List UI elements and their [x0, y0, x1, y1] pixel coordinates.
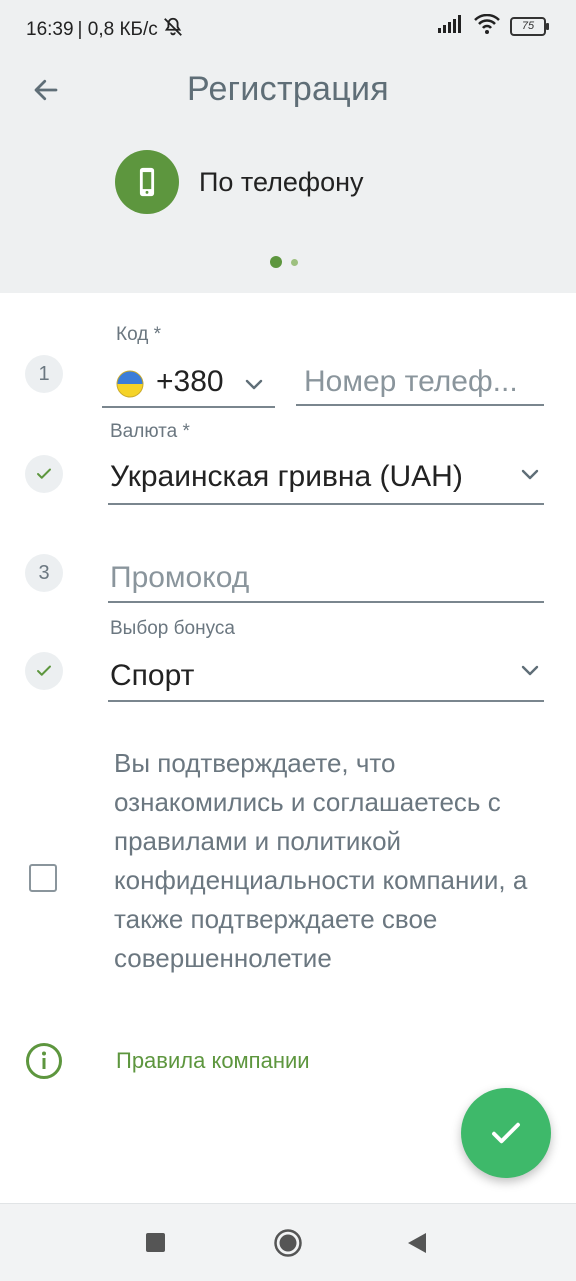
status-left: 16:39 | 0,8 КБ/с	[26, 16, 184, 44]
page-dot-active	[270, 256, 282, 268]
home-button[interactable]	[273, 1228, 303, 1258]
step-badge-1: 1	[25, 355, 63, 393]
bonus-label: Выбор бонуса	[110, 618, 235, 639]
mute-icon	[162, 16, 184, 44]
page-dot	[291, 258, 298, 266]
chevron-down-icon	[521, 665, 539, 676]
step-badge-bonus	[25, 652, 63, 690]
consent-checkbox[interactable]	[29, 864, 57, 892]
check-icon	[492, 1122, 520, 1144]
submit-button[interactable]	[461, 1088, 551, 1178]
bonus-select[interactable]: Спорт	[108, 650, 544, 700]
chevron-down-icon	[245, 379, 263, 390]
method-label: По телефону	[199, 166, 364, 197]
info-icon	[26, 1043, 62, 1079]
currency-label: Валюта *	[110, 421, 190, 442]
recents-button[interactable]	[146, 1233, 165, 1252]
registration-method[interactable]: По телефону	[115, 150, 364, 214]
code-underline	[102, 406, 275, 408]
currency-value: Украинская гривна (UAH)	[110, 460, 463, 493]
bonus-value: Спорт	[110, 659, 195, 692]
country-code-value: +380	[156, 365, 224, 398]
currency-underline	[108, 503, 544, 505]
status-time: 16:39	[26, 19, 74, 40]
check-icon	[37, 665, 51, 676]
phone-number-input[interactable]	[296, 360, 550, 404]
ukraine-flag-icon	[116, 370, 144, 403]
code-label: Код *	[116, 324, 161, 345]
wifi-icon	[474, 13, 500, 39]
currency-select[interactable]: Украинская гривна (UAH)	[108, 452, 544, 502]
network-speed: | 0,8 КБ/с	[77, 19, 158, 40]
step-badge-currency	[25, 455, 63, 493]
company-rules-link[interactable]: Правила компании	[116, 1048, 310, 1074]
status-bar: 16:39 | 0,8 КБ/с 75	[0, 0, 576, 56]
signal-icon	[438, 15, 464, 38]
phone-underline	[296, 404, 544, 406]
country-code-select[interactable]: +380	[102, 360, 275, 408]
promo-underline	[108, 601, 544, 603]
system-nav-bar	[0, 1203, 576, 1281]
triangle-back-nav-icon	[408, 1233, 426, 1253]
back-nav-button[interactable]	[406, 1232, 428, 1254]
phone-icon	[115, 150, 179, 214]
consent-text: Вы подтверждаете, что ознакомились и сог…	[114, 748, 528, 973]
bonus-underline	[108, 700, 544, 702]
page-indicator	[270, 256, 298, 268]
circle-nav-icon	[274, 1229, 302, 1257]
square-nav-icon	[146, 1233, 165, 1252]
battery-icon: 75	[510, 17, 549, 36]
step-badge-3: 3	[25, 554, 63, 592]
chevron-down-icon	[521, 469, 539, 480]
header: 16:39 | 0,8 КБ/с 75 Регистрация По телеф…	[0, 0, 576, 293]
page-title: Регистрация	[186, 70, 390, 108]
check-icon	[37, 468, 51, 479]
promo-code-input[interactable]	[108, 556, 544, 600]
status-right: 75	[438, 13, 549, 39]
